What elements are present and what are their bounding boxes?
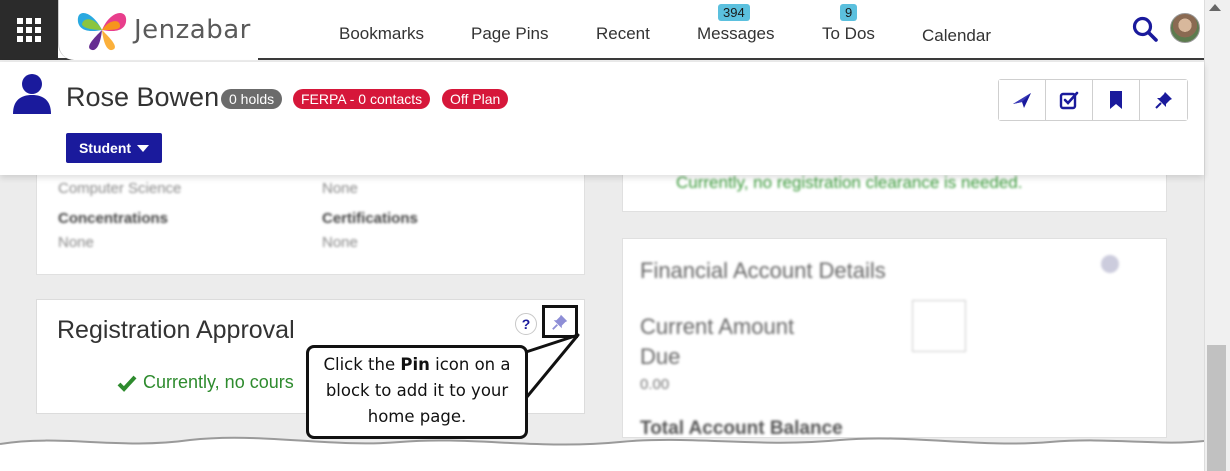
checkbox-icon [1059, 91, 1079, 110]
concentrations-label: Concentrations [58, 210, 169, 227]
nav-bookmarks[interactable]: Bookmarks [339, 24, 424, 44]
certifications-value: None [322, 234, 358, 251]
checkmark-icon [117, 375, 137, 392]
financial-help-icon [1101, 255, 1119, 273]
butterfly-logo-icon [77, 12, 127, 51]
user-avatar[interactable] [1170, 13, 1200, 43]
nav-page-pins[interactable]: Page Pins [471, 24, 549, 44]
messages-count-badge: 394 [718, 4, 750, 21]
profile-header: Rose Bowen 0 holds FERPA - 0 contacts Of… [0, 62, 1204, 175]
scrollbar-thumb[interactable] [1207, 345, 1226, 471]
financial-title: Financial Account Details [640, 258, 886, 283]
caret-down-icon [137, 144, 150, 152]
scroll-up-arrow-icon[interactable] [1209, 4, 1221, 11]
bookmark-icon [1110, 91, 1122, 109]
todos-count-badge: 9 [840, 4, 858, 21]
add-todo-button[interactable] [1046, 80, 1093, 120]
nav-messages[interactable]: Messages [697, 24, 774, 44]
logo-text: Jenzabar [134, 15, 251, 45]
role-dropdown-button[interactable]: Student [66, 133, 162, 163]
bookmark-button[interactable] [1093, 80, 1140, 120]
nav-todos[interactable]: To Dos [822, 24, 875, 44]
current-amount-label: Current Amount Due [640, 314, 795, 369]
ferpa-badge[interactable]: FERPA - 0 contacts [293, 89, 431, 109]
concentrations-value: None [58, 234, 94, 251]
minor-value: None [322, 180, 358, 197]
plan-status-badge[interactable]: Off Plan [442, 89, 509, 109]
registration-approval-title: Registration Approval [57, 316, 295, 344]
pushpin-icon [552, 314, 568, 330]
current-amount-value: 0.00 [640, 376, 670, 393]
callout-prefix: Click the [323, 355, 396, 374]
torn-edge [0, 436, 1204, 471]
major-value: Computer Science [58, 180, 182, 197]
current-amount-box [912, 300, 966, 352]
pushpin-icon [1154, 92, 1172, 109]
registration-status: Currently, no cours [117, 372, 294, 393]
jenzabar-logo[interactable]: Jenzabar [74, 8, 251, 52]
nav-calendar[interactable]: Calendar [922, 26, 991, 46]
student-name: Rose Bowen [66, 82, 220, 112]
paper-plane-icon [1013, 93, 1031, 108]
pin-page-button[interactable] [1140, 80, 1187, 120]
person-icon [13, 74, 51, 114]
certifications-label: Certifications [322, 210, 418, 227]
registration-status-text: Currently, no cours [143, 372, 294, 392]
app-menu-button[interactable] [0, 0, 58, 60]
tutorial-callout: Click the Pin icon on a block to add it … [306, 345, 528, 439]
callout-bold: Pin [400, 355, 430, 374]
clearance-note: Currently, no registration clearance is … [676, 173, 1023, 192]
grid-icon [17, 18, 41, 42]
nav-recent[interactable]: Recent [596, 24, 650, 44]
role-button-label: Student [78, 140, 132, 156]
send-message-button[interactable] [999, 80, 1046, 120]
search-icon[interactable] [1132, 16, 1158, 42]
holds-badge[interactable]: 0 holds [221, 89, 283, 109]
header-action-group [998, 79, 1188, 121]
